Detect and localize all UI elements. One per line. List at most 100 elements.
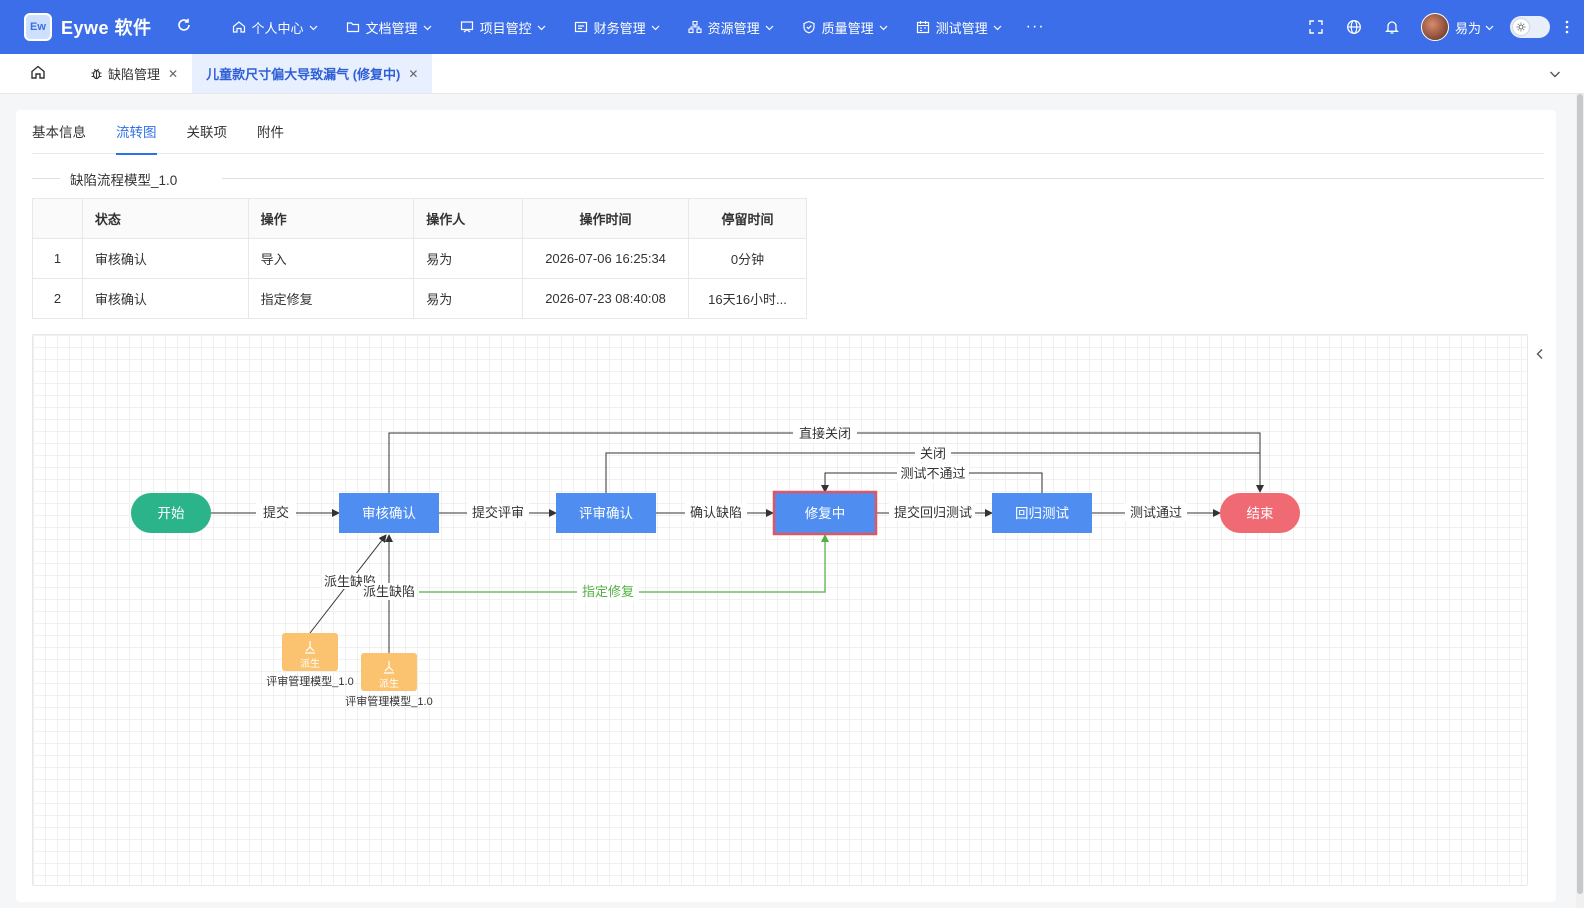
flow-diagram: 提交 提交评审 确认缺陷 提交回归测试 测试通过 直接关闭 关闭 测试不通过 派… bbox=[131, 424, 1300, 708]
flow-canvas[interactable]: 提交 提交评审 确认缺陷 提交回归测试 测试通过 直接关闭 关闭 测试不通过 派… bbox=[32, 334, 1528, 886]
column-header: 操作 bbox=[247, 198, 415, 239]
node-fixing-label: 修复中 bbox=[805, 505, 846, 521]
node-review-confirm-label: 审核确认 bbox=[362, 506, 416, 521]
nav-item-label: 质量管理 bbox=[821, 20, 874, 36]
detail-subtabs: 基本信息 流转图 关联项 附件 bbox=[32, 110, 1544, 155]
close-icon[interactable]: ✕ bbox=[168, 67, 178, 81]
user-menu[interactable]: 易为 bbox=[1455, 18, 1494, 37]
node-derive-a-label: 派生 bbox=[300, 657, 320, 670]
tab-basic-info[interactable]: 基本信息 bbox=[32, 110, 86, 154]
table-cell: 16天16小时... bbox=[688, 278, 807, 319]
main-nav: 个人中心 文档管理 项目管控 财务管理 资源管理 质量管理 测试管理 ··· bbox=[232, 18, 1045, 37]
table-cell: 审核确认 bbox=[81, 238, 249, 279]
nav-item-label: 测试管理 bbox=[935, 20, 988, 36]
refresh-icon[interactable] bbox=[174, 17, 194, 38]
column-header: 停留时间 bbox=[688, 198, 807, 239]
column-header: 操作人 bbox=[413, 198, 524, 239]
chevron-down-icon bbox=[879, 23, 888, 32]
nav-item-test-management[interactable]: 测试管理 bbox=[916, 18, 1002, 37]
page-tab-label: 儿童款尺寸偏大导致漏气 (修复中) bbox=[206, 67, 401, 82]
table-cell: 1 bbox=[32, 238, 83, 279]
nav-item-label: 资源管理 bbox=[707, 20, 760, 36]
shield-icon bbox=[802, 20, 816, 34]
tab-attachments[interactable]: 附件 bbox=[257, 110, 284, 154]
app-logo[interactable]: Ew Eywe 软件 bbox=[24, 13, 152, 41]
sun-icon bbox=[1513, 19, 1529, 35]
chevron-down-icon bbox=[423, 23, 432, 32]
globe-icon[interactable] bbox=[1335, 0, 1373, 54]
column-header bbox=[32, 198, 83, 239]
edge-label-assign-fix: 指定修复 bbox=[582, 584, 634, 599]
edge-label-test-pass: 测试通过 bbox=[1130, 505, 1182, 520]
node-start-label: 开始 bbox=[158, 506, 185, 521]
edge-label-confirm-defect: 确认缺陷 bbox=[690, 505, 742, 520]
calendar-icon bbox=[916, 20, 930, 34]
page-tab-label: 缺陷管理 bbox=[108, 67, 161, 82]
node-regression-test-label: 回归测试 bbox=[1015, 505, 1069, 521]
bell-icon[interactable] bbox=[1373, 0, 1411, 54]
table-cell: 审核确认 bbox=[81, 278, 249, 319]
edge-label-submit: 提交 bbox=[263, 505, 289, 520]
scrollbar[interactable] bbox=[1576, 94, 1584, 908]
table-cell: 易为 bbox=[413, 238, 524, 279]
page-tab-defect-management[interactable]: 缺陷管理 ✕ bbox=[76, 54, 192, 93]
project-icon bbox=[460, 20, 474, 34]
header-tools: 易为 bbox=[1297, 0, 1584, 54]
node-appraisal-confirm-label: 评审确认 bbox=[579, 506, 633, 521]
flow-log-table: 状态 操作 操作人 操作时间 停留时间 1 审核确认 导入 易为 2026-07… bbox=[32, 198, 807, 319]
divider-line bbox=[222, 178, 1544, 179]
nav-item-personal-center[interactable]: 个人中心 bbox=[232, 18, 318, 37]
app-name: Eywe 软件 bbox=[61, 18, 152, 38]
edge-label-close: 关闭 bbox=[920, 446, 946, 461]
nav-item-document-management[interactable]: 文档管理 bbox=[346, 18, 432, 37]
resource-icon bbox=[688, 20, 702, 34]
page-tab-current-defect[interactable]: 儿童款尺寸偏大导致漏气 (修复中) ✕ bbox=[192, 54, 433, 93]
table-cell: 指定修复 bbox=[247, 278, 415, 319]
more-vertical-icon[interactable] bbox=[1550, 0, 1584, 54]
edge-label-submit-review: 提交评审 bbox=[472, 505, 524, 520]
table-cell: 0分钟 bbox=[688, 238, 807, 279]
chevron-left-icon[interactable] bbox=[1532, 346, 1548, 362]
tab-flow-chart[interactable]: 流转图 bbox=[116, 110, 157, 155]
nav-more-button[interactable]: ··· bbox=[1026, 18, 1045, 36]
chevron-down-icon bbox=[537, 23, 546, 32]
chevron-down-icon bbox=[765, 23, 774, 32]
nav-item-project-control[interactable]: 项目管控 bbox=[460, 18, 546, 37]
close-icon[interactable]: ✕ bbox=[408, 67, 418, 81]
folder-icon bbox=[346, 20, 360, 34]
nav-item-label: 项目管控 bbox=[479, 20, 532, 36]
logo-icon: Ew bbox=[24, 13, 52, 41]
table-cell: 2026-07-06 16:25:34 bbox=[522, 238, 690, 279]
node-derive-b-label: 派生 bbox=[379, 677, 399, 690]
edge-label-test-fail: 测试不通过 bbox=[900, 466, 965, 481]
nav-item-resource-management[interactable]: 资源管理 bbox=[688, 18, 774, 37]
divider-line bbox=[32, 178, 60, 179]
section-divider: 缺陷流程模型_1.0 bbox=[32, 168, 1544, 188]
table-header-row: 状态 操作 操作人 操作时间 停留时间 bbox=[32, 198, 807, 239]
node-derive-a-caption: 评审管理模型_1.0 bbox=[266, 674, 353, 688]
chevron-down-icon[interactable] bbox=[1548, 67, 1562, 81]
scrollbar-thumb[interactable] bbox=[1577, 94, 1583, 894]
table-cell: 2026-07-23 08:40:08 bbox=[522, 278, 690, 319]
nav-item-label: 文档管理 bbox=[365, 20, 418, 36]
fullscreen-icon[interactable] bbox=[1297, 0, 1335, 54]
bug-icon bbox=[90, 67, 103, 80]
nav-item-finance-management[interactable]: 财务管理 bbox=[574, 18, 660, 37]
nav-item-quality-management[interactable]: 质量管理 bbox=[802, 18, 888, 37]
node-end-label: 结束 bbox=[1247, 506, 1275, 521]
table-cell: 2 bbox=[32, 278, 83, 319]
column-header: 状态 bbox=[81, 198, 249, 239]
chevron-down-icon bbox=[1485, 23, 1494, 32]
table-row: 2 审核确认 指定修复 易为 2026-07-23 08:40:08 16天16… bbox=[32, 278, 807, 319]
home-icon bbox=[30, 64, 46, 83]
table-row: 1 审核确认 导入 易为 2026-07-06 16:25:34 0分钟 bbox=[32, 238, 807, 279]
edge-label-direct-close: 直接关闭 bbox=[799, 426, 851, 441]
theme-toggle[interactable] bbox=[1510, 16, 1550, 38]
tab-related-items[interactable]: 关联项 bbox=[187, 110, 228, 154]
home-tab[interactable] bbox=[0, 54, 76, 93]
edge-label-derive-defect-b: 派生缺陷 bbox=[363, 584, 415, 599]
home-icon bbox=[232, 20, 246, 34]
avatar[interactable] bbox=[1420, 13, 1449, 41]
user-name: 易为 bbox=[1454, 20, 1481, 36]
top-navigation-bar: Ew Eywe 软件 个人中心 文档管理 项目管控 财务管理 资源管理 质量管理… bbox=[0, 0, 1584, 54]
